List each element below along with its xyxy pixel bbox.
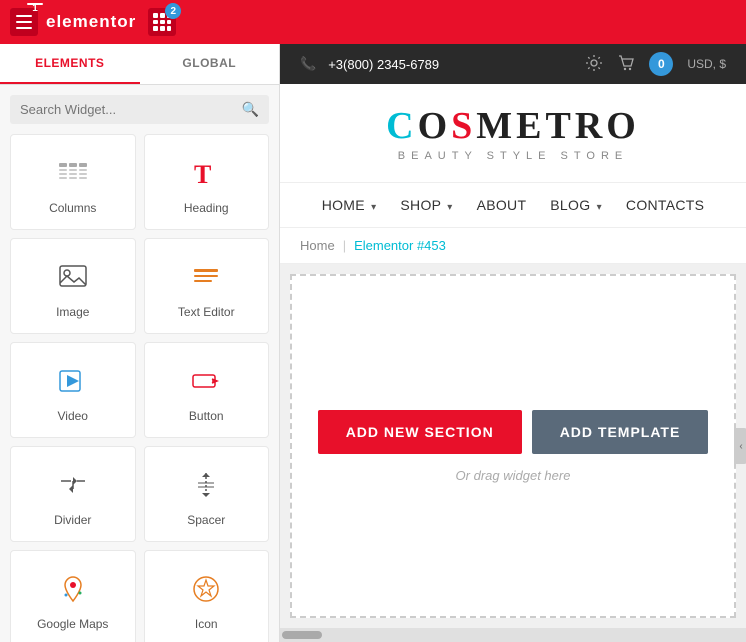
svg-text:T: T [194, 160, 211, 189]
spacer-icon [186, 465, 226, 505]
widget-video[interactable]: Video [10, 342, 136, 438]
text-editor-label: Text Editor [178, 305, 235, 319]
top-bar-left: 1 elementor 2 [10, 8, 176, 36]
badge-1: 1 [27, 3, 43, 5]
left-panel: ELEMENTS GLOBAL 🔍 [0, 44, 280, 642]
widget-google-maps[interactable]: Google Maps [10, 550, 136, 642]
site-logo-area: COSMETRO BEAUTY STYLE STORE [280, 84, 746, 182]
panel-tabs: ELEMENTS GLOBAL [0, 44, 279, 85]
phone-icon: 📞 [300, 56, 316, 72]
right-panel: 📞 +3(800) 2345-6789 0 USD [280, 44, 746, 642]
nav-contacts[interactable]: CONTACTS [626, 197, 704, 213]
widget-image[interactable]: Image [10, 238, 136, 334]
phone-number: +3(800) 2345-6789 [328, 57, 439, 72]
breadcrumb: Home | Elementor #453 [280, 227, 746, 264]
grid-button[interactable]: 2 [148, 8, 176, 36]
badge-2: 2 [165, 3, 181, 19]
breadcrumb-separator: | [343, 238, 346, 253]
elementor-logo: elementor [46, 12, 136, 32]
breadcrumb-home[interactable]: Home [300, 238, 335, 253]
main-layout: ELEMENTS GLOBAL 🔍 [0, 44, 746, 642]
tab-global[interactable]: GLOBAL [140, 44, 280, 84]
settings-icon[interactable] [585, 54, 603, 75]
text-editor-icon [186, 257, 226, 297]
add-section-button[interactable]: ADD NEW SECTION [318, 410, 522, 454]
widget-button[interactable]: Button [144, 342, 270, 438]
widgets-grid: Columns T Heading [0, 134, 279, 642]
search-bar: 🔍 [10, 95, 269, 124]
widget-columns[interactable]: Columns [10, 134, 136, 230]
columns-label: Columns [49, 201, 96, 215]
add-template-button[interactable]: ADD TEMPLATE [532, 410, 709, 454]
widget-text-editor[interactable]: Text Editor [144, 238, 270, 334]
google-maps-icon [53, 569, 93, 609]
canvas-wrapper: ADD NEW SECTION ADD TEMPLATE Or drag wid… [280, 264, 746, 642]
nav-about[interactable]: ABOUT [477, 197, 527, 213]
video-icon [53, 361, 93, 401]
divider-icon [53, 465, 93, 505]
icon-widget-label: Icon [195, 617, 218, 631]
content-canvas: ADD NEW SECTION ADD TEMPLATE Or drag wid… [290, 274, 736, 618]
breadcrumb-current: Elementor #453 [354, 238, 446, 253]
left-panel-wrapper: ELEMENTS GLOBAL 🔍 [0, 44, 280, 642]
scroll-thumb[interactable] [282, 631, 322, 639]
widget-icon[interactable]: Icon [144, 550, 270, 642]
nav-blog[interactable]: BLOG ▾ [550, 197, 602, 213]
site-topbar: 📞 +3(800) 2345-6789 0 USD [280, 44, 746, 84]
search-input[interactable] [20, 102, 242, 117]
cart-count: 0 [649, 52, 673, 76]
site-logo-sub: BEAUTY STYLE STORE [300, 150, 726, 162]
hamburger-button[interactable]: 1 [10, 8, 38, 36]
image-icon [53, 257, 93, 297]
heading-icon: T [186, 153, 226, 193]
currency: USD, $ [687, 57, 726, 71]
widget-heading[interactable]: T Heading [144, 134, 270, 230]
image-label: Image [56, 305, 89, 319]
search-icon: 🔍 [242, 101, 259, 118]
tab-elements[interactable]: ELEMENTS [0, 44, 140, 84]
heading-label: Heading [184, 201, 229, 215]
bottom-scrollbar[interactable] [280, 628, 746, 642]
widget-spacer[interactable]: Spacer [144, 446, 270, 542]
columns-icon [53, 153, 93, 193]
canvas-buttons: ADD NEW SECTION ADD TEMPLATE [318, 410, 709, 454]
top-bar: 1 elementor 2 [0, 0, 746, 44]
nav-home[interactable]: HOME ▾ [322, 197, 377, 213]
widget-divider[interactable]: Divider [10, 446, 136, 542]
site-topbar-right: 0 USD, $ [585, 52, 726, 76]
site-nav: HOME ▾ SHOP ▾ ABOUT BLOG ▾ CONTACTS [280, 182, 746, 227]
nav-shop[interactable]: SHOP ▾ [400, 197, 452, 213]
divider-label: Divider [54, 513, 91, 527]
icon-widget-icon [186, 569, 226, 609]
video-label: Video [58, 409, 88, 423]
drag-hint: Or drag widget here [456, 468, 571, 483]
site-logo-main: COSMETRO [300, 104, 726, 148]
button-label: Button [189, 409, 224, 423]
google-maps-label: Google Maps [37, 617, 108, 631]
cart-icon[interactable] [617, 54, 635, 75]
spacer-label: Spacer [187, 513, 225, 527]
button-icon [186, 361, 226, 401]
collapse-handle[interactable]: ‹ [734, 428, 746, 464]
